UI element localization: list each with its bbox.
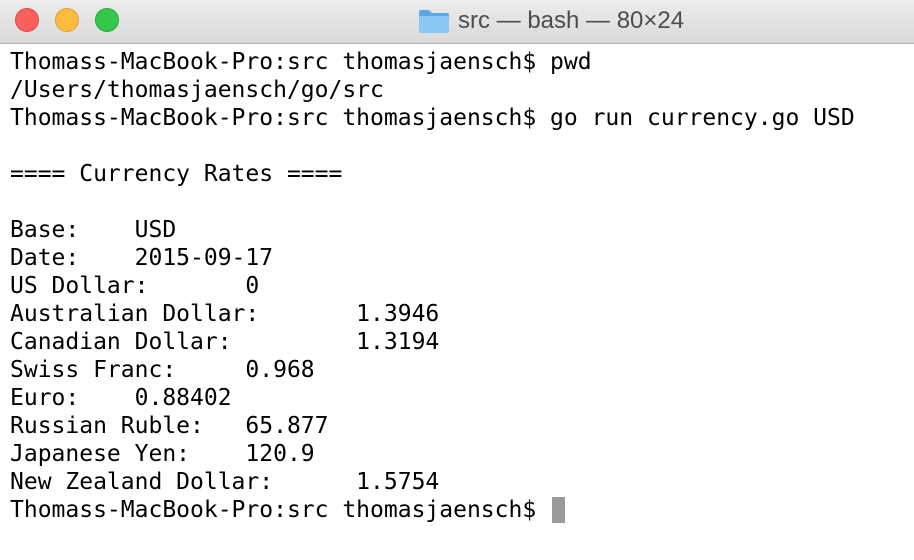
terminal-line-us-dollar: US Dollar: 0 — [10, 273, 260, 299]
terminal-line-date: Date: 2015-09-17 — [10, 245, 274, 271]
terminal-line-go-run-command: Thomass-MacBook-Pro:src thomasjaensch$ g… — [10, 105, 855, 131]
terminal-line-base: Base: USD — [10, 217, 177, 243]
terminal-line-pwd-command: Thomass-MacBook-Pro:src thomasjaensch$ p… — [10, 49, 592, 75]
terminal-line-new-zealand-dollar: New Zealand Dollar: 1.5754 — [10, 469, 440, 495]
terminal-line-australian-dollar: Australian Dollar: 1.3946 — [10, 301, 440, 327]
terminal-output[interactable]: Thomass-MacBook-Pro:src thomasjaensch$ p… — [10, 48, 910, 556]
terminal-window: src — bash — 80×24 Thomass-MacBook-Pro:s… — [0, 0, 914, 560]
terminal-line-euro: Euro: 0.88402 — [10, 385, 232, 411]
window-title: src — bash — 80×24 — [458, 7, 685, 34]
close-button[interactable] — [15, 8, 39, 32]
terminal-line-swiss-franc: Swiss Franc: 0.968 — [10, 357, 315, 383]
shell-prompt: Thomass-MacBook-Pro:src thomasjaensch$ — [10, 497, 551, 523]
title-bar[interactable]: src — bash — 80×24 — [0, 0, 914, 44]
terminal-line-russian-ruble: Russian Ruble: 65.877 — [10, 413, 329, 439]
folder-icon — [418, 8, 450, 34]
zoom-button[interactable] — [95, 8, 119, 32]
terminal-line-japanese-yen: Japanese Yen: 120.9 — [10, 441, 315, 467]
minimize-button[interactable] — [55, 8, 79, 32]
terminal-line-pwd-output: /Users/thomasjaensch/go/src — [10, 77, 384, 103]
terminal-line-heading: ==== Currency Rates ==== — [10, 161, 343, 187]
terminal-line-canadian-dollar: Canadian Dollar: 1.3194 — [10, 329, 440, 355]
terminal-prompt-line[interactable]: Thomass-MacBook-Pro:src thomasjaensch$ — [10, 496, 910, 524]
window-title-group: src — bash — 80×24 — [418, 6, 684, 36]
text-cursor — [552, 497, 566, 523]
